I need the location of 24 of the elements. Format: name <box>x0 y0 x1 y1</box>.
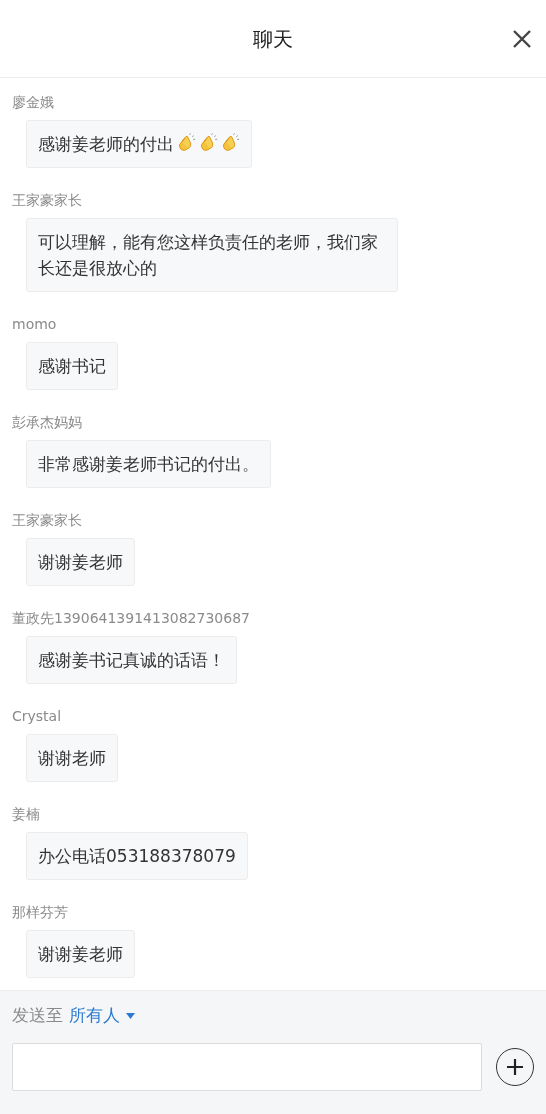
window-title: 聊天 <box>253 25 293 53</box>
sender-name: 廖金娥 <box>12 93 55 112</box>
sender-name: 王家豪家长 <box>12 511 83 530</box>
sender-name: momo <box>12 315 58 334</box>
sender-name: 那样芬芳 <box>12 903 69 922</box>
send-to-label: 发送至 <box>12 1004 63 1027</box>
message-bubble: 谢谢姜老师 <box>26 930 135 978</box>
message-bubble: 办公电话053188378079 <box>26 832 248 880</box>
caret-icon <box>126 1012 135 1019</box>
message-bubble: 感谢书记 <box>26 342 118 390</box>
sender-name: Crystal <box>12 707 63 726</box>
sender-name: 董政先1390641391413082730687 <box>12 609 251 628</box>
plus-icon <box>505 1056 525 1077</box>
sender-name: 彭承杰妈妈 <box>12 413 83 432</box>
message-bubble: 谢谢姜老师 <box>26 538 135 586</box>
sender-name: 王家豪家长 <box>12 191 83 210</box>
message-bubble: 非常感谢姜老师书记的付出。 <box>26 440 271 488</box>
message-bubble: 可以理解，能有您这样负责任的老师，我们家长还是很放心的 <box>26 218 398 292</box>
recipient-dropdown[interactable]: 所有人 <box>69 1003 135 1029</box>
message-input[interactable] <box>12 1042 482 1091</box>
message-bubble: 感谢姜书记真诚的话语！ <box>26 636 237 684</box>
message-bubble: 感谢姜老师的付出 <box>26 120 252 168</box>
message-bubble: 谢谢老师 <box>26 734 118 782</box>
sender-name: 姜楠 <box>12 805 41 824</box>
